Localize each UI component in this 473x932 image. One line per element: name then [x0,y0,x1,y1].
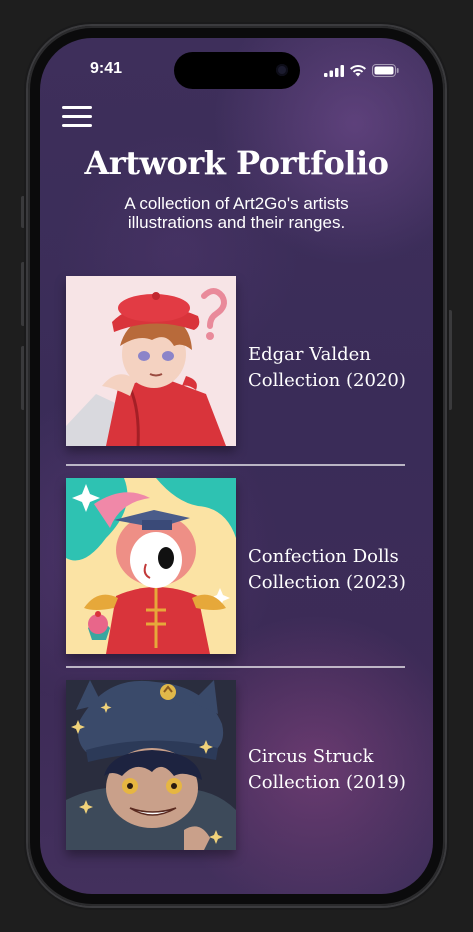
action-button[interactable] [21,196,25,228]
collection-thumbnail[interactable] [66,276,236,446]
collection-label[interactable]: Confection Dolls Collection (2023) [248,544,408,596]
cellular-signal-icon [324,65,344,77]
hamburger-menu-icon[interactable] [62,106,92,128]
volume-up-button[interactable] [21,262,25,326]
collection-item-confection-dolls[interactable]: Confection Dolls Collection (2023) [66,478,406,654]
collection-title: Confection Dolls [248,546,399,567]
collection-thumbnail[interactable] [66,478,236,654]
collection-thumbnail[interactable] [66,680,236,850]
collection-year: Collection (2019) [248,772,406,793]
dynamic-island [174,52,300,89]
phone-frame: 9:41 Artwork Portfolio A collection of A… [28,26,445,906]
artwork-image [66,680,236,850]
collection-year: Collection (2020) [248,370,406,391]
app-screen: 9:41 Artwork Portfolio A collection of A… [40,38,433,894]
page-subtitle: A collection of Art2Go's artists illustr… [124,194,349,232]
power-button[interactable] [448,310,452,410]
artwork-image [66,478,236,654]
volume-down-button[interactable] [21,346,25,410]
collection-item-circus-struck[interactable]: Circus Struck Collection (2019) [66,680,406,852]
collection-label[interactable]: Edgar Valden Collection (2020) [248,342,408,394]
divider [66,464,405,466]
collection-title: Circus Struck [248,746,374,767]
battery-icon [372,64,399,77]
artwork-image [66,276,236,446]
collection-item-edgar-valden[interactable]: Edgar Valden Collection (2020) [66,276,406,448]
collection-year: Collection (2023) [248,572,406,593]
collection-title: Edgar Valden [248,344,371,365]
camera-icon [276,64,288,76]
divider [66,666,405,668]
collection-label[interactable]: Circus Struck Collection (2019) [248,744,408,796]
wifi-icon [350,64,366,77]
status-time: 9:41 [90,60,123,77]
page-title: Artwork Portfolio [84,144,389,182]
